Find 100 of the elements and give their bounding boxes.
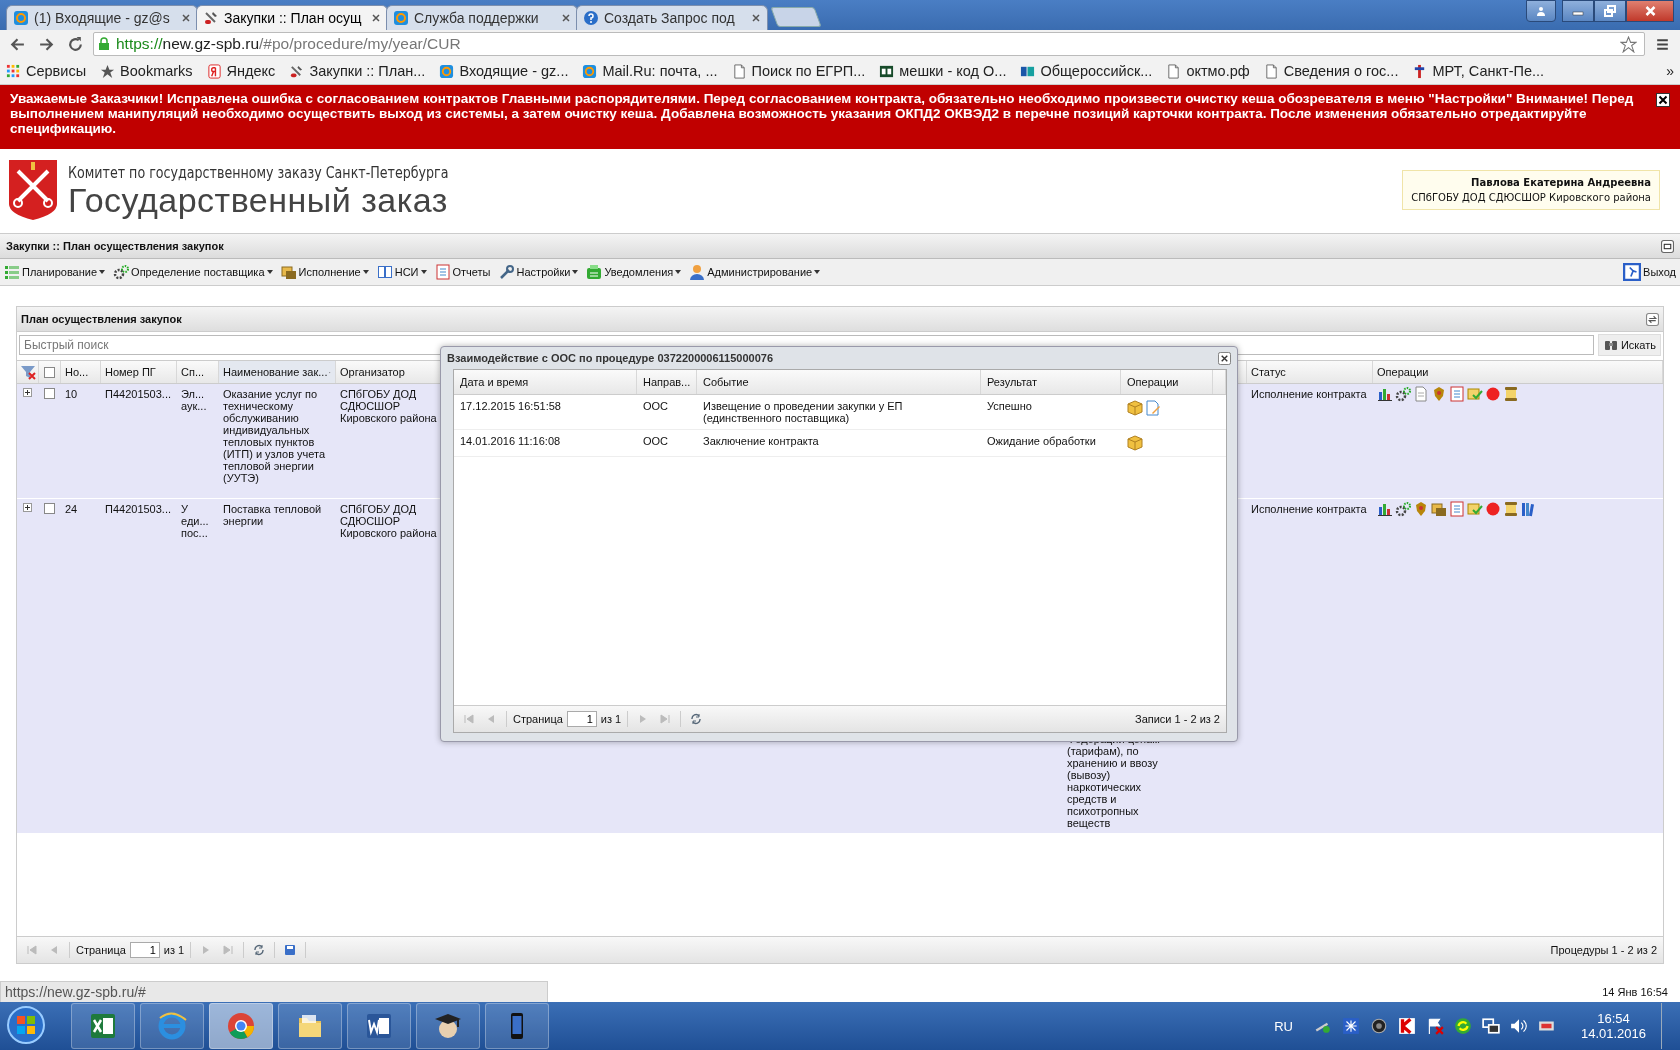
- profile-button[interactable]: [1526, 0, 1556, 22]
- refresh-icon[interactable]: [253, 944, 266, 956]
- column-header[interactable]: Результат: [981, 370, 1121, 394]
- column-header[interactable]: Дата и время: [454, 370, 637, 394]
- exit-button[interactable]: Выход: [1623, 263, 1676, 281]
- row-checkbox[interactable]: [44, 503, 55, 514]
- column-header[interactable]: Операции: [1373, 361, 1663, 383]
- books-icon[interactable]: [1521, 501, 1537, 517]
- browser-tab[interactable]: Служба поддержки: [386, 5, 578, 30]
- record-icon[interactable]: [1485, 501, 1501, 517]
- taskbar-button[interactable]: [485, 1003, 549, 1049]
- bookmark-item[interactable]: Закупки :: План...: [289, 63, 426, 79]
- menu-item[interactable]: Администрирование: [689, 264, 821, 280]
- browser-tab[interactable]: Создать Запрос под: [576, 5, 768, 30]
- bookmark-item[interactable]: мешки - код О...: [879, 63, 1007, 79]
- menu-item[interactable]: Уведомления: [586, 264, 682, 280]
- row-checkbox[interactable]: [44, 388, 55, 399]
- taskbar-clock[interactable]: 16:54 14.01.2016: [1580, 1011, 1646, 1041]
- start-button[interactable]: [6, 1005, 46, 1047]
- column-header[interactable]: Направ...: [637, 370, 697, 394]
- menu-item[interactable]: Определение поставщика: [113, 264, 273, 280]
- bookmark-item[interactable]: Входящие - gz...: [439, 63, 569, 79]
- bookmark-item[interactable]: Bookmarks: [100, 63, 193, 79]
- expand-icon[interactable]: [23, 503, 32, 512]
- folders-icon[interactable]: [1431, 501, 1447, 517]
- taskbar-button[interactable]: [416, 1003, 480, 1049]
- page-field[interactable]: 1: [566, 711, 597, 727]
- page-field[interactable]: 1: [129, 942, 160, 958]
- search-button[interactable]: Искать: [1597, 334, 1661, 356]
- bar-chart-icon[interactable]: [1377, 501, 1393, 517]
- apps-grid-icon: [6, 63, 21, 79]
- gears-icon[interactable]: [1395, 501, 1411, 517]
- mail-icon: [13, 10, 29, 26]
- more-bookmarks-button[interactable]: »: [1666, 63, 1674, 79]
- snowflake-icon[interactable]: [1341, 1017, 1360, 1035]
- menu-item[interactable]: Отчеты: [434, 264, 491, 280]
- language-indicator[interactable]: RU: [1274, 1018, 1293, 1034]
- box-icon[interactable]: [1127, 435, 1143, 451]
- column-header[interactable]: Операции: [1121, 370, 1213, 394]
- menu-item[interactable]: Настройки: [498, 264, 579, 280]
- close-icon[interactable]: [371, 13, 381, 23]
- sync-icon[interactable]: [1453, 1017, 1472, 1035]
- menu-item[interactable]: НСИ: [376, 264, 427, 280]
- clear-filter-icon[interactable]: [19, 364, 36, 380]
- scroll-check-icon[interactable]: [1467, 386, 1483, 402]
- box-icon[interactable]: [1127, 400, 1143, 416]
- table-cell: Исполнение контракта: [1251, 388, 1367, 400]
- volume-icon[interactable]: [1509, 1017, 1528, 1035]
- document-edit-icon[interactable]: [1145, 400, 1161, 416]
- address-bar[interactable]: https://new.gz-spb.ru/#po/procedure/my/year/CUR: [93, 32, 1645, 56]
- column-header[interactable]: Но...: [61, 361, 101, 383]
- column-header[interactable]: Номер ПГ: [101, 361, 177, 383]
- bookmark-item[interactable]: Mail.Ru: почта, ...: [582, 63, 718, 79]
- record-icon[interactable]: [1485, 386, 1501, 402]
- maximize-icon[interactable]: [1661, 239, 1674, 253]
- scroll-check-icon[interactable]: [1467, 501, 1483, 517]
- emblem-icon[interactable]: [1431, 386, 1447, 402]
- close-window-button[interactable]: [1626, 0, 1674, 22]
- bar-chart-icon[interactable]: [1377, 386, 1393, 402]
- scroll-icon[interactable]: [1503, 501, 1519, 517]
- close-icon[interactable]: [1656, 93, 1670, 107]
- report-icon: [434, 264, 451, 280]
- expand-icon[interactable]: [23, 388, 32, 397]
- refresh-icon[interactable]: [690, 713, 703, 725]
- refresh-icon[interactable]: [1646, 312, 1659, 326]
- bookmark-item[interactable]: Поиск по ЕГРП...: [731, 63, 866, 79]
- save-icon[interactable]: [284, 944, 297, 956]
- yandex-icon: [206, 63, 222, 79]
- bookmark-item[interactable]: МРТ, Санкт-Пе...: [1412, 63, 1545, 79]
- minimize-button[interactable]: [1562, 0, 1594, 22]
- gears-icon[interactable]: [1395, 386, 1411, 402]
- report-icon[interactable]: [1449, 386, 1465, 402]
- taskbar-button[interactable]: [71, 1003, 135, 1049]
- new-tab-button[interactable]: [770, 7, 822, 27]
- report-icon[interactable]: [1449, 501, 1465, 517]
- scroll-icon[interactable]: [1503, 386, 1519, 402]
- bookmark-item[interactable]: Сведения о гос...: [1263, 63, 1399, 79]
- close-icon[interactable]: [1218, 351, 1231, 365]
- browser-tab[interactable]: Закупки :: План осущ: [196, 5, 388, 30]
- bookmark-item[interactable]: Яндекс: [206, 63, 276, 79]
- reload-icon[interactable]: [67, 35, 84, 53]
- antivirus-icon[interactable]: [1397, 1017, 1416, 1035]
- bookmark-item[interactable]: Общероссийск...: [1020, 63, 1153, 79]
- page-count: из 1: [163, 944, 185, 956]
- menu-item[interactable]: Исполнение: [280, 264, 369, 280]
- restore-button[interactable]: [1594, 0, 1626, 22]
- speaker-icon[interactable]: [1369, 1017, 1388, 1035]
- bookmark-item[interactable]: октмо.рф: [1166, 63, 1250, 79]
- taskbar-button[interactable]: [347, 1003, 411, 1049]
- menu-item[interactable]: Планирование: [4, 264, 106, 280]
- browser-tab[interactable]: (1) Входящие - gz@s: [6, 5, 198, 30]
- select-all-checkbox[interactable]: [44, 366, 55, 378]
- emblem-icon[interactable]: [1413, 501, 1429, 517]
- bookmark-star-icon[interactable]: [1620, 35, 1637, 53]
- table-cell: П44201503...: [105, 388, 172, 400]
- monitor-icon[interactable]: [1481, 1017, 1500, 1035]
- column-header[interactable]: Наименование зак...: [219, 361, 336, 383]
- bookmark-item[interactable]: Сервисы: [6, 63, 87, 79]
- column-header[interactable]: Статус: [1247, 361, 1373, 383]
- column-header[interactable]: Событие: [697, 370, 981, 394]
